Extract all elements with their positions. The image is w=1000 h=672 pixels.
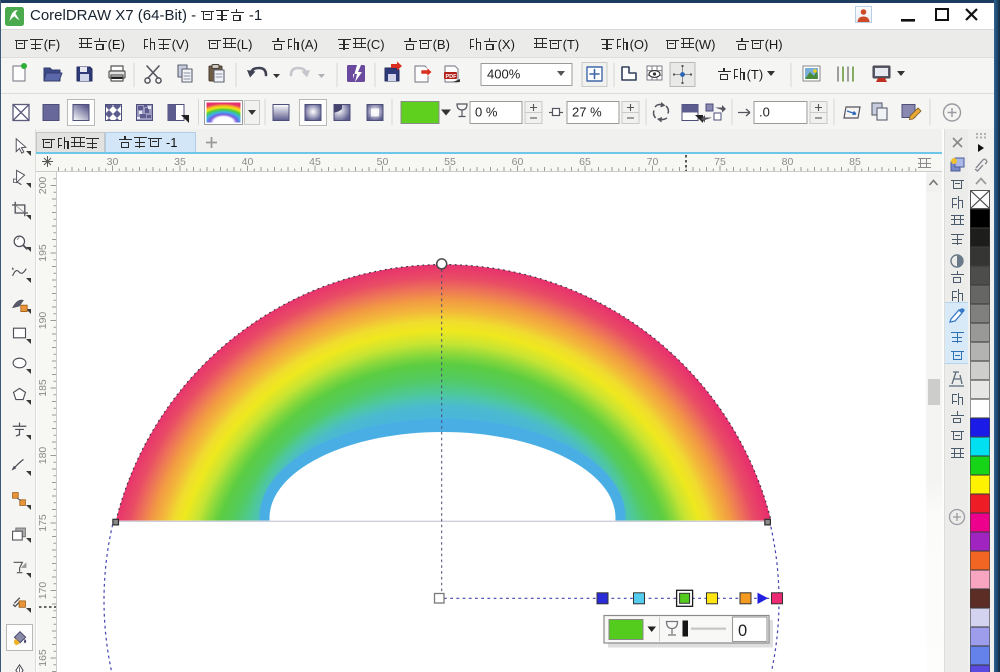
svg-text:400%: 400%: [487, 67, 521, 82]
svg-text:195: 195: [37, 244, 49, 262]
svg-text:35: 35: [174, 156, 186, 168]
svg-text:27 %: 27 %: [572, 105, 602, 120]
svg-text:200: 200: [37, 177, 49, 195]
svg-text:80: 80: [782, 156, 794, 168]
svg-text:.0: .0: [759, 105, 770, 120]
svg-text:65: 65: [579, 156, 591, 168]
svg-text:PDF: PDF: [446, 74, 458, 80]
svg-text:190: 190: [37, 312, 49, 330]
svg-text:75: 75: [714, 156, 726, 168]
svg-text:70: 70: [647, 156, 659, 168]
svg-text:55: 55: [444, 156, 456, 168]
svg-text:185: 185: [37, 379, 49, 397]
svg-text:175: 175: [37, 514, 49, 532]
svg-text:40: 40: [242, 156, 254, 168]
svg-text:0 %: 0 %: [475, 105, 498, 120]
svg-text:30: 30: [107, 156, 119, 168]
svg-text:50: 50: [377, 156, 389, 168]
svg-text:170: 170: [37, 582, 49, 600]
svg-text:165: 165: [37, 649, 49, 667]
svg-text:0: 0: [738, 622, 747, 640]
svg-text:180: 180: [37, 447, 49, 465]
svg-text:85: 85: [849, 156, 861, 168]
svg-text:60: 60: [512, 156, 524, 168]
svg-text:45: 45: [309, 156, 321, 168]
